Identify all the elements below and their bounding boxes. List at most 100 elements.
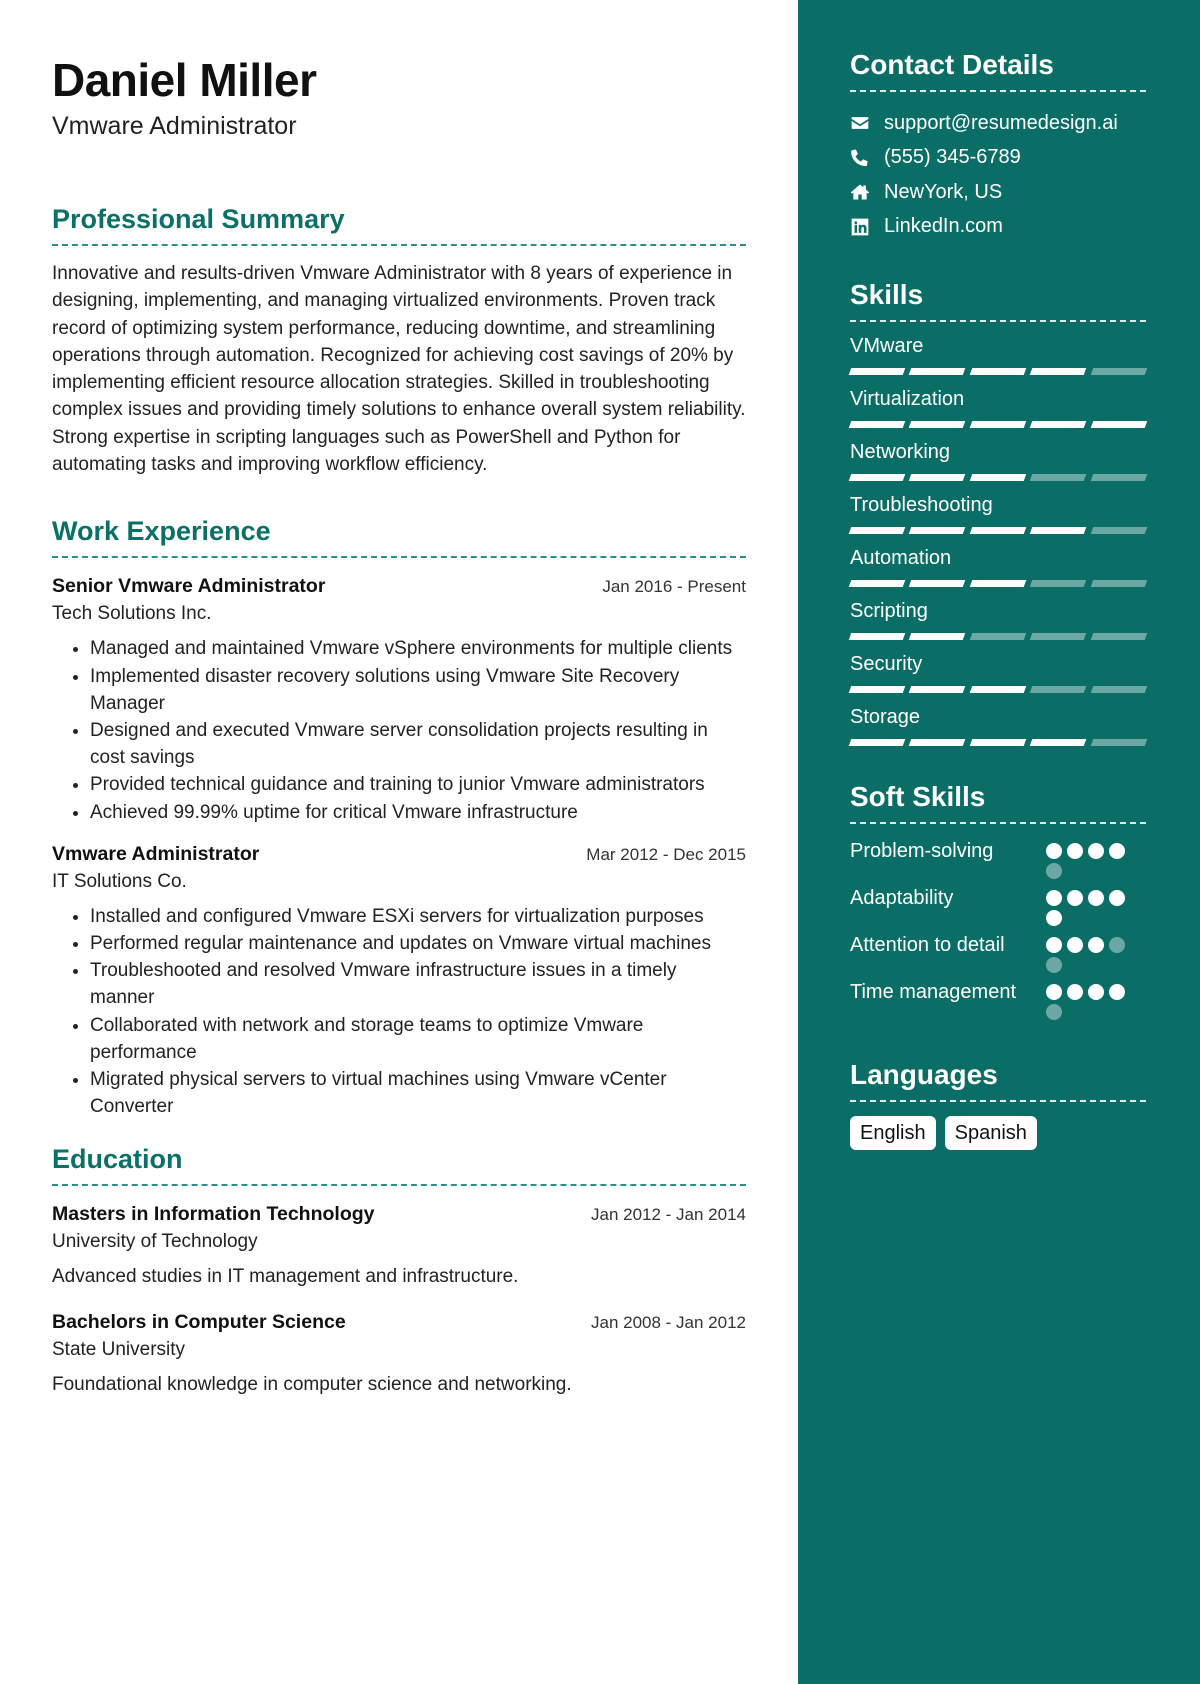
skill-segment-filled — [909, 421, 967, 428]
contact-item-envelope[interactable]: support@resumedesign.ai — [850, 106, 1146, 141]
skill-level-bar — [848, 739, 1148, 746]
job-header: Senior Vmware Administrator Jan 2016 - Pr… — [52, 572, 746, 600]
rating-dot-filled — [1067, 937, 1083, 953]
education-section: Education Masters in Information Technol… — [52, 1142, 746, 1398]
job-company: Tech Solutions Inc. — [52, 603, 212, 625]
skill-segment-filled — [848, 474, 906, 481]
skill-segment-empty — [1090, 580, 1148, 587]
contact-list: support@resumedesign.ai (555) 345-6789 New… — [850, 106, 1146, 244]
education-header: Masters in Information Technology Jan 201… — [52, 1200, 746, 1228]
rating-dot-filled — [1067, 843, 1083, 859]
education-degree: Bachelors in Computer Science — [52, 1311, 346, 1334]
envelope-icon — [850, 113, 870, 133]
rating-dot-filled — [1088, 937, 1104, 953]
job-bullet: Installed and configured Vmware ESXi ser… — [90, 903, 746, 930]
contact-text[interactable]: NewYork, US — [884, 181, 1002, 204]
summary-heading: Professional Summary — [52, 204, 345, 234]
skill-segment-empty — [1029, 474, 1087, 481]
skill-segment-empty — [1090, 686, 1148, 693]
skill-segment-filled — [1029, 368, 1087, 375]
skill-segment-filled — [848, 686, 906, 693]
skill-level-bar — [848, 421, 1148, 428]
skill-level-bar — [848, 686, 1148, 693]
job-date: Mar 2012 - Dec 2015 — [586, 844, 746, 864]
skill-segment-filled — [909, 739, 967, 746]
job-title: Senior Vmware Administrator — [52, 575, 326, 598]
education-date: Jan 2012 - Jan 2014 — [590, 1205, 746, 1225]
skill-segment-empty — [1090, 633, 1148, 640]
job-bullet: Collaborated with network and storage te… — [90, 1012, 746, 1066]
soft-skill-item: Problem-solving — [850, 838, 1146, 879]
contact-text[interactable]: (555) 345-6789 — [884, 146, 1021, 169]
skill-segment-filled — [969, 421, 1027, 428]
job-bullet: Performed regular maintenance and update… — [90, 930, 746, 957]
soft-skill-list: Problem-solving Adaptability Attention to … — [850, 838, 1146, 1020]
job-header: Vmware Administrator Mar 2012 - Dec 2015 — [52, 840, 746, 868]
summary-section: Professional Summary Innovative and resu… — [52, 202, 746, 478]
soft-skill-rating — [1046, 838, 1130, 879]
language-list: English Spanish — [850, 1116, 1146, 1150]
rating-dot-filled — [1067, 984, 1083, 1000]
contact-item-linkedin[interactable]: LinkedIn.com — [850, 210, 1146, 245]
education-entry: Bachelors in Computer Science Jan 2008 - … — [52, 1308, 746, 1398]
skill-item: VMware — [848, 332, 1148, 375]
rating-dot-filled — [1046, 843, 1062, 859]
skill-name: Automation — [850, 547, 952, 569]
contact-text[interactable]: support@resumedesign.ai — [884, 112, 1118, 135]
skill-item: Troubleshooting — [848, 491, 1148, 534]
skill-segment-filled — [909, 474, 967, 481]
skill-name: Troubleshooting — [850, 494, 993, 516]
skill-segment-filled — [848, 527, 906, 534]
skill-segment-filled — [909, 580, 967, 587]
phone-icon — [850, 148, 870, 168]
education-header: Bachelors in Computer Science Jan 2008 - … — [52, 1308, 746, 1336]
contact-text[interactable]: LinkedIn.com — [884, 215, 1003, 238]
soft-skill-name: Time management — [850, 981, 1016, 1003]
language-badge: Spanish — [944, 1116, 1037, 1150]
skill-segment-empty — [1090, 739, 1148, 746]
skills-section: Skills VMware Virtualization Networking Tro… — [848, 278, 1148, 746]
experience-section: Work Experience Senior Vmware Administra… — [52, 514, 746, 1120]
rating-dot-filled — [1088, 984, 1104, 1000]
job-title: Vmware Administrator — [52, 842, 260, 865]
skill-segment-empty — [969, 633, 1027, 640]
education-entry: Masters in Information Technology Jan 201… — [52, 1200, 746, 1290]
soft-skill-item: Adaptability — [850, 885, 1146, 926]
skill-segment-filled — [1029, 527, 1087, 534]
skill-segment-filled — [848, 633, 906, 640]
skill-segment-filled — [969, 527, 1027, 534]
skill-segment-empty — [1090, 474, 1148, 481]
contact-item-home[interactable]: NewYork, US — [850, 175, 1146, 210]
skill-level-bar — [848, 368, 1148, 375]
skill-list: VMware Virtualization Networking Troublesho… — [848, 332, 1148, 746]
summary-text: Innovative and results-driven Vmware Adm… — [52, 263, 746, 476]
skill-segment-filled — [969, 368, 1027, 375]
experience-divider — [52, 556, 746, 559]
skill-level-bar — [848, 474, 1148, 481]
contact-item-phone[interactable]: (555) 345-6789 — [850, 141, 1146, 176]
rating-dot-empty — [1046, 863, 1062, 879]
skill-item: Automation — [848, 544, 1148, 587]
job-bullet: Designed and executed Vmware server cons… — [90, 717, 746, 771]
soft-skill-item: Attention to detail — [850, 932, 1146, 973]
skill-level-bar — [848, 527, 1148, 534]
job-company: IT Solutions Co. — [52, 870, 187, 892]
skill-segment-filled — [848, 421, 906, 428]
job-date: Jan 2016 - Present — [602, 577, 746, 597]
soft-skill-item: Time management — [850, 979, 1146, 1020]
soft-skill-name: Attention to detail — [850, 934, 1005, 956]
skill-segment-filled — [969, 474, 1027, 481]
skill-segment-filled — [909, 633, 967, 640]
soft-skills-divider — [850, 822, 1146, 824]
skill-segment-filled — [1029, 739, 1087, 746]
education-list: Masters in Information Technology Jan 201… — [52, 1200, 746, 1398]
rating-dot-filled — [1067, 890, 1083, 906]
languages-heading: Languages — [850, 1059, 998, 1090]
education-description: Advanced studies in IT management and in… — [52, 1266, 519, 1288]
main-column: Daniel Miller Vmware Administrator Profe… — [52, 52, 746, 1412]
rating-dot-filled — [1088, 843, 1104, 859]
contact-divider — [850, 90, 1146, 92]
skill-item: Security — [848, 650, 1148, 693]
job-bullets: Managed and maintained Vmware vSphere en… — [52, 635, 746, 825]
rating-dot-filled — [1109, 890, 1125, 906]
